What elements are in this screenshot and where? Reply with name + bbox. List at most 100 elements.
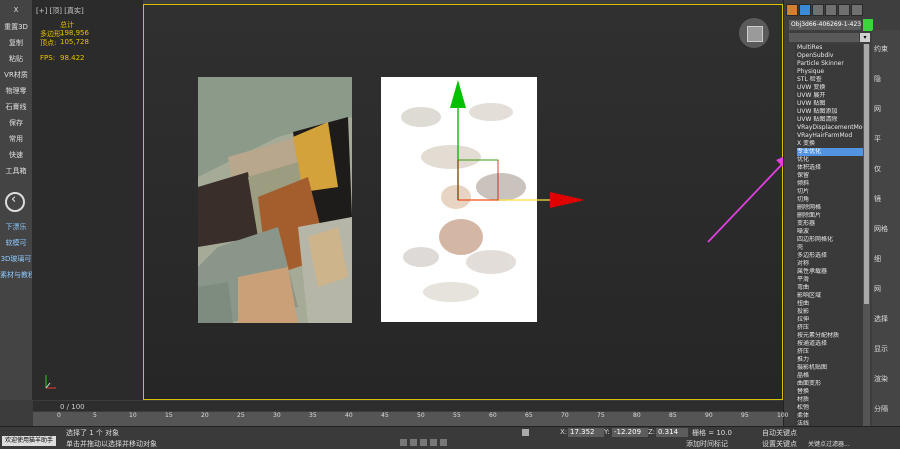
modifier-list-item[interactable]: 保留 (797, 172, 863, 180)
toolbar-link-1[interactable]: 下漂乐 (0, 222, 32, 232)
utilities-tab-icon[interactable] (851, 4, 863, 16)
modifier-list-item[interactable]: 多边形选择 (797, 252, 863, 260)
toolbar-physics[interactable]: 物理零 (0, 86, 32, 96)
x-coord-field[interactable]: 17.352 (568, 428, 604, 437)
toolbar-link-2[interactable]: 软模可 (0, 238, 32, 248)
next-frame-icon[interactable] (430, 439, 437, 446)
motion-tab-icon[interactable] (825, 4, 837, 16)
modifier-list-item[interactable]: UVW 变换 (797, 84, 863, 92)
timeline-tick-label: 55 (453, 412, 461, 419)
modifier-list-item[interactable]: 切片 (797, 188, 863, 196)
go-to-end-icon[interactable] (440, 439, 447, 446)
view-cube-icon[interactable] (739, 18, 769, 48)
modifier-list-item[interactable]: 投影 (797, 308, 863, 316)
toolbar-quick[interactable]: 快速 (0, 150, 32, 160)
modifier-list-item[interactable]: Physique (797, 68, 863, 76)
key-filters-button[interactable]: 关键点过滤器... (808, 439, 850, 448)
modifier-list-item[interactable]: UVW 贴图清除 (797, 116, 863, 124)
toolbar-link-3[interactable]: 3D玻璃可 (0, 254, 32, 264)
modifier-list-item[interactable]: 晶格 (797, 372, 863, 380)
toolbar-common[interactable]: 常用 (0, 134, 32, 144)
timeline-tick-label: 45 (381, 412, 389, 419)
modifier-list-item[interactable]: Particle Skinner (797, 60, 863, 68)
modifier-list-item[interactable]: 挤压 (797, 348, 863, 356)
toolbar-save[interactable]: 保存 (0, 118, 32, 128)
hierarchy-tab-icon[interactable] (812, 4, 824, 16)
modifier-list-item[interactable]: 体积选择 (797, 164, 863, 172)
y-coord-label: Y: (604, 428, 610, 436)
modifier-list-item[interactable]: 优化 (797, 156, 863, 164)
modifier-list-item[interactable]: MultiRes (797, 44, 863, 52)
modifier-list-item[interactable]: 扭曲 (797, 300, 863, 308)
modifier-list-item[interactable]: 影响区域 (797, 292, 863, 300)
create-tab-icon[interactable] (786, 4, 798, 16)
modifier-list-item[interactable]: 对称 (797, 260, 863, 268)
toolbar-vr-material[interactable]: VR材质 (0, 70, 32, 80)
object-name-field[interactable]: Obj3d66-406269-1-423 (789, 20, 861, 30)
modifier-list-item[interactable]: 倾斜 (797, 180, 863, 188)
modifier-list-item[interactable]: 四边形网格化 (797, 236, 863, 244)
timeline-tick-label: 100 (777, 412, 789, 419)
modifier-list-item[interactable]: 推力 (797, 356, 863, 364)
modifier-list-item[interactable]: 替换 (797, 388, 863, 396)
modifier-list-item[interactable]: X 变换 (797, 140, 863, 148)
modifier-list-item[interactable]: 属性承载器 (797, 268, 863, 276)
toolbar-copy[interactable]: 复制 (0, 38, 32, 48)
modifier-list-item[interactable]: 曲面变形 (797, 380, 863, 388)
go-to-start-icon[interactable] (400, 439, 407, 446)
modifier-list-item[interactable]: VRayDisplacementMod (797, 124, 863, 132)
modifier-list-item[interactable]: 按通道选择 (797, 340, 863, 348)
modifier-list-item[interactable]: UVW 展开 (797, 92, 863, 100)
modifier-list-item[interactable]: 按元素分配材质 (797, 332, 863, 340)
lock-icon[interactable] (522, 429, 529, 436)
toolbar-paste[interactable]: 粘贴 (0, 54, 32, 64)
chevron-down-icon[interactable]: ▾ (860, 33, 870, 42)
toolbar-toolbox[interactable]: 工具箱 (0, 166, 32, 176)
modifier-list-item[interactable]: 噪波 (797, 228, 863, 236)
modifier-list-item[interactable]: 松弛 (797, 404, 863, 412)
modifier-list-item[interactable]: 变形器 (797, 220, 863, 228)
play-icon[interactable] (420, 439, 427, 446)
toolbar-plaster-line[interactable]: 石膏线 (0, 102, 32, 112)
modifier-list-item[interactable]: 柔体 (797, 412, 863, 420)
prev-frame-icon[interactable] (410, 439, 417, 446)
stats-verts-label: 顶点: (40, 39, 57, 47)
modifier-list-dropdown[interactable] (789, 33, 859, 42)
modifier-list-scroll-thumb[interactable] (864, 44, 869, 304)
viewport-label[interactable]: [+] [顶] [真实] (36, 6, 84, 16)
frame-indicator[interactable]: 0 / 100 (60, 403, 85, 411)
timeline-tick-label: 65 (525, 412, 533, 419)
timeline-tick-label: 75 (597, 412, 605, 419)
toolbar-link-4[interactable]: 素材与教程 (0, 270, 32, 280)
modifier-list-item[interactable]: 壳 (797, 244, 863, 252)
modifier-list-item[interactable]: 平滑 (797, 276, 863, 284)
welcome-button[interactable]: 欢迎使用猫羊助手 (2, 436, 56, 446)
modifier-list-item[interactable]: 材质 (797, 396, 863, 404)
modify-tab-icon[interactable] (799, 4, 811, 16)
modifier-list-item[interactable]: 弯曲 (797, 284, 863, 292)
modifier-list-item[interactable]: 挤压 (797, 324, 863, 332)
modifier-list-item[interactable]: 专业优化 (797, 148, 863, 156)
modifier-list-item[interactable]: STL 检查 (797, 76, 863, 84)
time-slider[interactable] (33, 401, 783, 411)
display-tab-icon[interactable] (838, 4, 850, 16)
move-gizmo[interactable] (440, 70, 590, 220)
modifier-list-item[interactable]: OpenSubdiv (797, 52, 863, 60)
modifier-list-item[interactable]: 删除面片 (797, 212, 863, 220)
z-coord-field[interactable]: 0.314 (656, 428, 688, 437)
time-ruler[interactable]: 0 5 10 15 20 25 30 35 40 45 50 55 60 65 70 75 80 85 90 95 10… (33, 412, 788, 426)
rug-texture-object[interactable] (198, 77, 352, 323)
modifier-list-item[interactable]: 摄影机贴图 (797, 364, 863, 372)
y-coord-field[interactable]: -12.209 (612, 428, 648, 437)
auto-key-button[interactable]: 自动关键点 (762, 428, 797, 438)
modifier-list-item[interactable]: VRayHairFarmMod (797, 132, 863, 140)
grid-readout: 栅格 = 10.0 (692, 429, 732, 437)
toolbar-close[interactable]: X (0, 6, 32, 14)
modifier-list-item[interactable]: 删除网格 (797, 204, 863, 212)
modifier-list-item[interactable]: UVW 贴图添加 (797, 108, 863, 116)
modifier-list-item[interactable]: 拉伸 (797, 316, 863, 324)
back-arrow-icon[interactable]: ‹ (5, 192, 25, 212)
toolbar-reset-3d[interactable]: 重置3D (0, 22, 32, 32)
modifier-list-item[interactable]: UVW 贴图 (797, 100, 863, 108)
modifier-list-item[interactable]: 切角 (797, 196, 863, 204)
